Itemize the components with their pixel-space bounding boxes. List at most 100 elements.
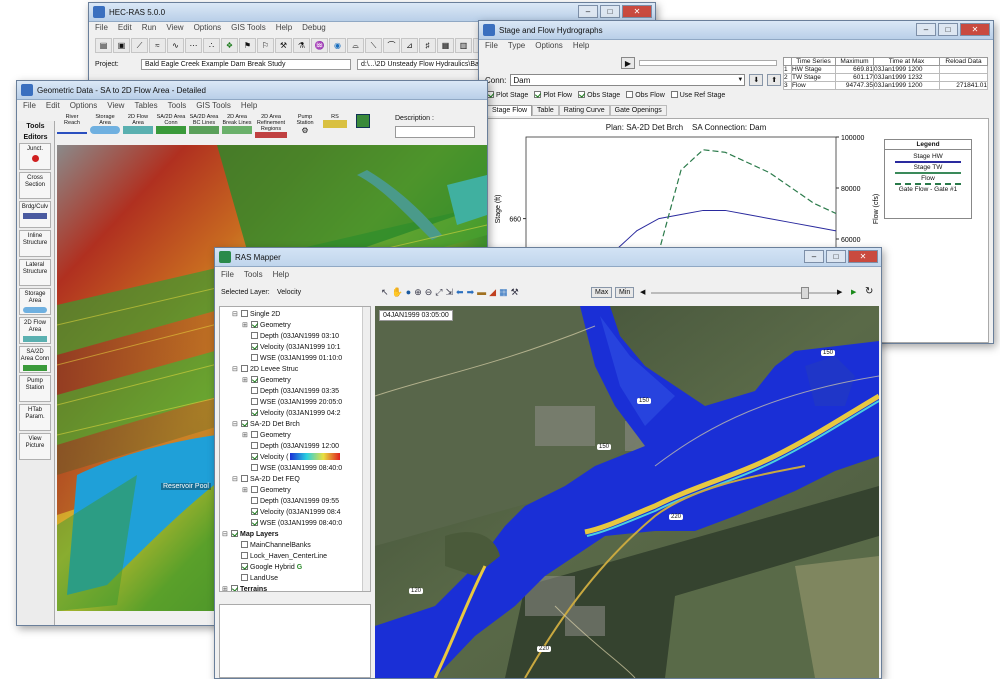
layer-checkbox[interactable] bbox=[251, 343, 258, 350]
editor-storage-area[interactable]: Storage Area bbox=[19, 288, 51, 315]
layer-tree-item[interactable]: ⊟ 2D Levee Struc bbox=[222, 364, 368, 375]
geometric-title-bar[interactable]: Geometric Data - SA to 2D Flow Area - De… bbox=[17, 81, 487, 100]
layer-tree-item[interactable]: Depth (03JAN1999 03:10 bbox=[222, 331, 368, 342]
ras-mapper-icon[interactable]: ◉ bbox=[329, 38, 346, 53]
geometry-editor-icon[interactable]: ⟋ bbox=[131, 38, 148, 53]
use-ref-stage-checkbox[interactable]: Use Ref Stage bbox=[670, 91, 725, 99]
layer-tree-item[interactable]: ⊟ Map Layers bbox=[222, 529, 368, 540]
menu-file[interactable]: File bbox=[221, 270, 234, 282]
open-project-icon[interactable]: ▤ bbox=[95, 38, 112, 53]
prev-time-icon[interactable]: ◀ bbox=[640, 288, 645, 296]
maximize-button[interactable]: □ bbox=[938, 23, 958, 36]
layer-checkbox[interactable] bbox=[241, 552, 248, 559]
pan-hand-icon[interactable]: ✋ bbox=[392, 287, 403, 298]
identify-icon[interactable]: ⚒ bbox=[511, 287, 519, 298]
full-extent-icon[interactable]: ⤢ bbox=[435, 287, 442, 298]
layer-checkbox[interactable] bbox=[251, 508, 258, 515]
quasi-flow-icon[interactable]: ⋯ bbox=[185, 38, 202, 53]
2d-flow-area-tool[interactable]: 2D Flow Area bbox=[123, 114, 153, 138]
close-button[interactable]: ✕ bbox=[848, 250, 878, 263]
rs-tool[interactable]: RS bbox=[323, 114, 347, 138]
play-button[interactable]: ▶ bbox=[621, 57, 635, 69]
menu-view[interactable]: View bbox=[166, 23, 183, 34]
menu-run[interactable]: Run bbox=[142, 23, 157, 34]
menu-gis-tools[interactable]: GIS Tools bbox=[231, 23, 266, 34]
expand-toggle-icon[interactable]: ⊞ bbox=[242, 485, 251, 496]
menu-edit[interactable]: Edit bbox=[118, 23, 132, 34]
conn-select[interactable]: Dam ▼ bbox=[510, 74, 746, 86]
layer-checkbox[interactable] bbox=[251, 332, 258, 339]
editor-junct[interactable]: Junct. bbox=[19, 143, 51, 170]
layer-tree-item[interactable]: LandUse bbox=[222, 573, 368, 584]
maximize-button[interactable]: □ bbox=[826, 250, 846, 263]
layer-checkbox[interactable] bbox=[251, 519, 258, 526]
zoom-in-icon[interactable]: ⊕ bbox=[414, 287, 422, 298]
plot-stage-checkbox[interactable]: Plot Stage bbox=[487, 91, 528, 99]
query-icon[interactable]: ▦ bbox=[499, 287, 508, 298]
tab-gate-openings[interactable]: Gate Openings bbox=[609, 105, 667, 116]
hydraulic-design-icon[interactable]: ♒ bbox=[311, 38, 328, 53]
layer-tree-item[interactable]: Depth (03JAN1999 09:55 bbox=[222, 496, 368, 507]
editor-inline-structure[interactable]: Inline Structure bbox=[19, 230, 51, 257]
menu-help[interactable]: Help bbox=[241, 101, 257, 112]
zoom-layer-icon[interactable]: ⇲ bbox=[446, 287, 454, 298]
obs-stage-checkbox[interactable]: Obs Stage bbox=[578, 91, 620, 99]
layer-tree-item[interactable]: WSE (03JAN1999 08:40:0 bbox=[222, 518, 368, 529]
minimize-button[interactable]: – bbox=[916, 23, 936, 36]
minimize-button[interactable]: – bbox=[804, 250, 824, 263]
editor-pump-station[interactable]: Pump Station bbox=[19, 375, 51, 402]
layer-tree-item[interactable]: Depth (03JAN1999 12:00 bbox=[222, 441, 368, 452]
expand-toggle-icon[interactable]: ⊟ bbox=[232, 419, 241, 430]
editor-cross-section[interactable]: Cross Section bbox=[19, 172, 51, 199]
project-name-field[interactable]: Bald Eagle Creek Example Dam Break Study bbox=[141, 59, 351, 70]
layer-checkbox[interactable] bbox=[231, 585, 238, 591]
profile-plot-icon[interactable]: ⟍ bbox=[365, 38, 382, 53]
menu-file[interactable]: File bbox=[23, 101, 36, 112]
rating-curve-icon[interactable]: ⌒ bbox=[383, 38, 400, 53]
play-animation-icon[interactable]: ▶ bbox=[851, 288, 856, 296]
steady-analysis-icon[interactable]: ⚑ bbox=[239, 38, 256, 53]
layer-checkbox[interactable] bbox=[251, 464, 258, 471]
menu-tools[interactable]: Tools bbox=[168, 101, 187, 112]
prev-conn-button[interactable]: ⬇ bbox=[749, 74, 764, 86]
menu-gis-tools[interactable]: GIS Tools bbox=[196, 101, 231, 112]
layer-checkbox[interactable] bbox=[251, 497, 258, 504]
refinement-regions-tool[interactable]: 2D Area Refinement Regions bbox=[255, 114, 287, 138]
summary-table-icon[interactable]: ▦ bbox=[437, 38, 454, 53]
layer-tree-item[interactable]: ⊞ Geometry bbox=[222, 375, 368, 386]
layer-checkbox[interactable] bbox=[241, 420, 248, 427]
stage-flow-plot-icon[interactable]: ♯ bbox=[419, 38, 436, 53]
menu-help[interactable]: Help bbox=[573, 41, 589, 52]
river-reach-tool[interactable]: River Reach bbox=[57, 114, 87, 138]
layer-checkbox[interactable] bbox=[251, 354, 258, 361]
layer-checkbox[interactable] bbox=[251, 321, 258, 328]
layer-checkbox[interactable] bbox=[251, 409, 258, 416]
bc-lines-tool[interactable]: SA/2D Area BC Lines bbox=[189, 114, 219, 138]
layer-tree-item[interactable]: Velocity (03JAN1999 10:1 bbox=[222, 342, 368, 353]
tree-scrollbar[interactable] bbox=[362, 307, 370, 591]
profile-plot-icon[interactable]: ◢ bbox=[489, 287, 496, 298]
menu-debug[interactable]: Debug bbox=[302, 23, 326, 34]
description-field[interactable] bbox=[395, 126, 475, 138]
layer-checkbox[interactable] bbox=[251, 453, 258, 460]
menu-options[interactable]: Options bbox=[70, 101, 98, 112]
layer-tree-item[interactable]: Google Hybrid G bbox=[222, 562, 368, 573]
layer-tree-item[interactable]: ⊞ Geometry bbox=[222, 430, 368, 441]
tools-tab[interactable]: Tools bbox=[17, 123, 54, 130]
editor-2d-flow-area[interactable]: 2D Flow Area bbox=[19, 317, 51, 344]
sa-2d-conn-tool[interactable]: SA/2D Area Conn bbox=[156, 114, 186, 138]
zoom-out-icon[interactable]: ⊖ bbox=[425, 287, 433, 298]
unsteady-analysis-icon[interactable]: ⚐ bbox=[257, 38, 274, 53]
menu-help[interactable]: Help bbox=[273, 270, 289, 282]
forward-arrow-icon[interactable]: ➡ bbox=[467, 287, 475, 298]
layer-tree-item[interactable]: ⊟ SA-2D Det FEQ bbox=[222, 474, 368, 485]
layer-tree-item[interactable]: Lock_Haven_CenterLine bbox=[222, 551, 368, 562]
menu-options[interactable]: Options bbox=[194, 23, 222, 34]
tab-rating-curve[interactable]: Rating Curve bbox=[558, 105, 610, 116]
expand-toggle-icon[interactable]: ⊞ bbox=[242, 375, 251, 386]
layer-checkbox[interactable] bbox=[241, 541, 248, 548]
menu-file[interactable]: File bbox=[485, 41, 498, 52]
editor-htab-param[interactable]: HTab Param. bbox=[19, 404, 51, 431]
table-row[interactable]: 1 HW Stage 669.81 03Jan1999 1200 bbox=[783, 65, 988, 74]
detail-table-icon[interactable]: ▥ bbox=[455, 38, 472, 53]
